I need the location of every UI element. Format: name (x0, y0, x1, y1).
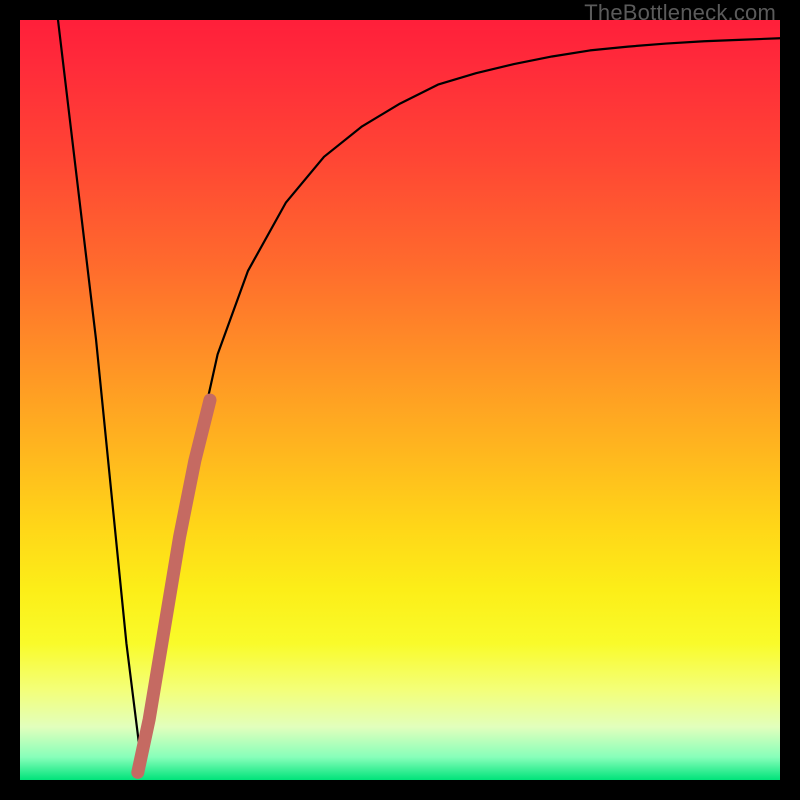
plot-area (20, 20, 780, 780)
highlight-segment (138, 400, 210, 772)
curve-layer (20, 20, 780, 780)
outer-frame: TheBottleneck.com (0, 0, 800, 800)
